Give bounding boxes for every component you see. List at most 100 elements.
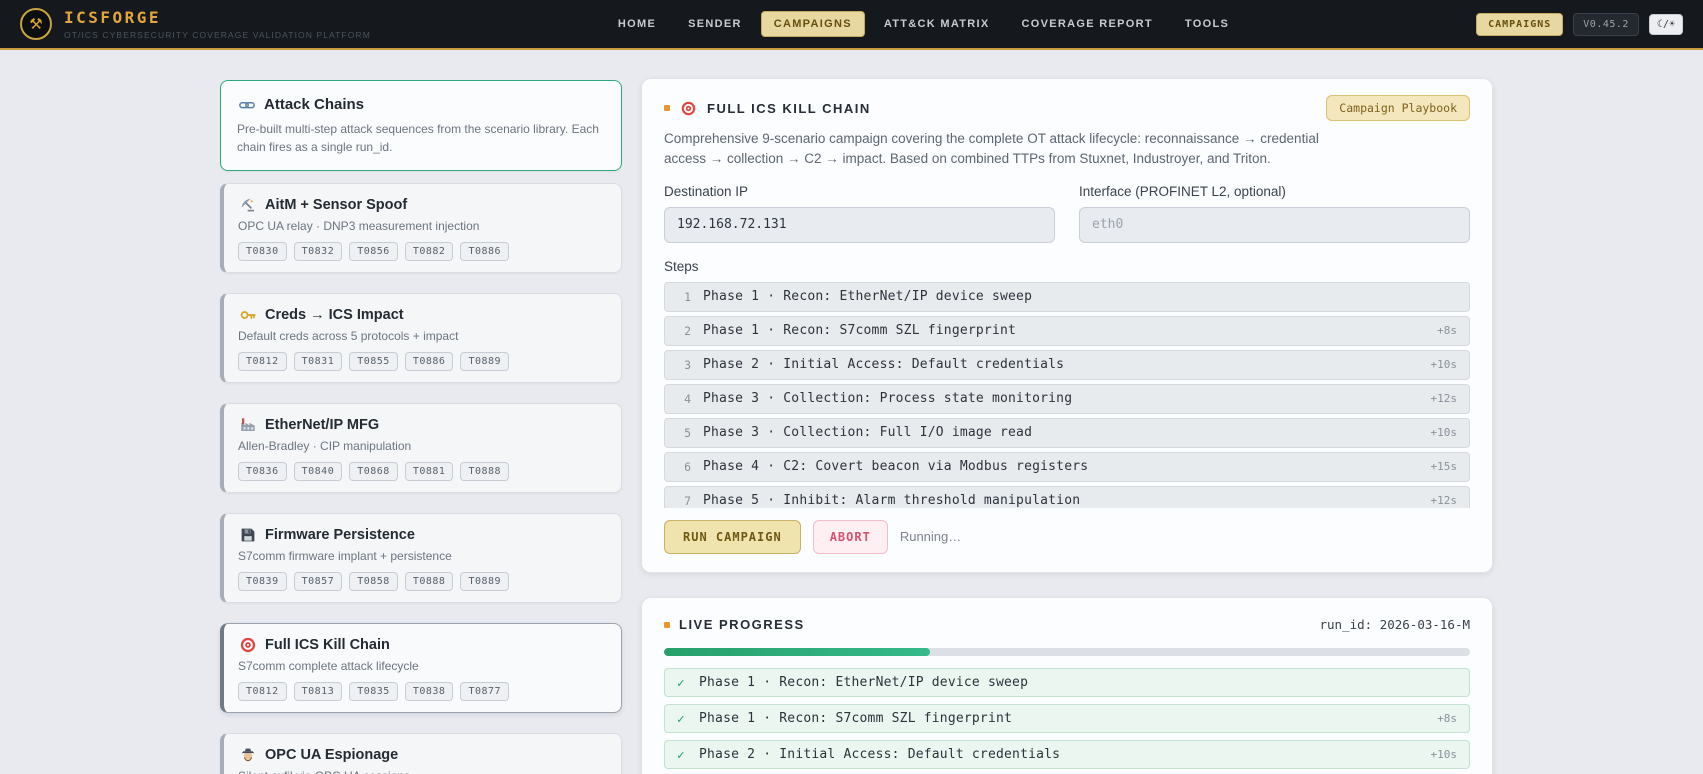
chain-card[interactable]: AitM + Sensor Spoof OPC UA relay · DNP3 … bbox=[220, 183, 622, 273]
chain-card[interactable]: EtherNet/IP MFG Allen-Bradley · CIP mani… bbox=[220, 403, 622, 493]
steps-list[interactable]: 1 Phase 1 · Recon: EtherNet/IP device sw… bbox=[664, 281, 1470, 508]
orange-bullet-icon bbox=[664, 621, 670, 628]
technique-tag: T0886 bbox=[404, 352, 454, 371]
chain-subtitle: Silent exfil via OPC UA sessions bbox=[238, 769, 605, 774]
attack-chains-title: Attack Chains bbox=[264, 96, 365, 113]
chain-card[interactable]: Firmware Persistence S7comm firmware imp… bbox=[220, 513, 622, 603]
step-delay: +15s bbox=[1430, 460, 1458, 473]
chain-subtitle: OPC UA relay · DNP3 measurement injectio… bbox=[238, 219, 480, 233]
chain-card[interactable]: Creds → ICS Impact Default creds across … bbox=[220, 293, 622, 383]
step-delay: +10s bbox=[1430, 426, 1458, 439]
technique-tag: T0888 bbox=[460, 462, 510, 481]
technique-tag: T0889 bbox=[460, 352, 510, 371]
page-badge: CAMPAIGNS bbox=[1476, 12, 1564, 36]
chain-tags: T0830 T0832 T0856 T0882 T0886 bbox=[238, 242, 605, 261]
run-campaign-button[interactable]: RUN CAMPAIGN bbox=[664, 519, 801, 554]
step-label: Phase 4 · C2: Covert beacon via Modbus r… bbox=[703, 459, 1089, 474]
destination-ip-input[interactable] bbox=[664, 206, 1055, 243]
chain-subtitle: S7comm complete attack lifecycle bbox=[238, 659, 419, 673]
step-label: Phase 2 · Initial Access: Default creden… bbox=[703, 357, 1065, 372]
main-nav: HOME SENDER CAMPAIGNS ATT&CK MATRIX COVE… bbox=[371, 11, 1476, 37]
nav-item[interactable]: CAMPAIGNS bbox=[760, 11, 865, 37]
technique-tag: T0839 bbox=[238, 572, 287, 591]
nav-item[interactable]: TOOLS bbox=[1172, 11, 1242, 37]
step-number: 5 bbox=[684, 425, 691, 440]
icsforge-app: ⚒ ICSFORGE OT/ICS CYBERSECURITY COVERAGE… bbox=[0, 0, 1703, 774]
step-label: Phase 1 · Recon: S7comm SZL fingerprint bbox=[703, 323, 1017, 338]
technique-tag: T0856 bbox=[349, 242, 398, 261]
live-progress-header: LIVE PROGRESS run_id: 2026-03-16-M bbox=[664, 614, 1470, 636]
step-row: 3 Phase 2 · Initial Access: Default cred… bbox=[664, 349, 1470, 380]
attack-chains-description: Pre-built multi-step attack sequences fr… bbox=[237, 122, 599, 154]
chain-subtitle: S7comm firmware implant + persistence bbox=[238, 549, 452, 563]
chain-subtitle: Allen-Bradley · CIP manipulation bbox=[238, 439, 412, 453]
playbook-header: FULL ICS KILL CHAIN Campaign Playbook bbox=[664, 95, 1470, 121]
technique-tag: T0882 bbox=[404, 242, 454, 261]
step-row: 6 Phase 4 · C2: Covert beacon via Modbus… bbox=[664, 451, 1470, 482]
chain-tags: T0812 T0813 T0835 T0838 T0877 bbox=[238, 682, 605, 701]
hammer-icon: ⚒ bbox=[29, 16, 43, 33]
detective-icon bbox=[238, 745, 257, 764]
chain-card[interactable]: OPC UA Espionage Silent exfil via OPC UA… bbox=[220, 733, 622, 774]
factory-icon bbox=[238, 415, 257, 434]
nav-item[interactable]: ATT&CK MATRIX bbox=[871, 11, 1003, 37]
live-progress-panel: LIVE PROGRESS run_id: 2026-03-16-M ✓ Pha… bbox=[641, 596, 1493, 774]
progress-list: ✓ Phase 1 · Recon: EtherNet/IP device sw… bbox=[664, 667, 1470, 774]
run-status-text: Running… bbox=[899, 529, 962, 544]
dish-icon bbox=[238, 195, 257, 214]
theme-toggle[interactable]: ☾/☀ bbox=[1648, 13, 1683, 35]
attack-chains-sidebar: Attack Chains Pre-built multi-step attac… bbox=[220, 80, 622, 774]
technique-tag: T0881 bbox=[404, 462, 454, 481]
technique-tag: T0838 bbox=[404, 682, 454, 701]
playbook-title: FULL ICS KILL CHAIN bbox=[707, 100, 871, 116]
top-navbar: ⚒ ICSFORGE OT/ICS CYBERSECURITY COVERAGE… bbox=[0, 0, 1703, 50]
playbook-panel: FULL ICS KILL CHAIN Campaign Playbook Co… bbox=[641, 78, 1493, 573]
target-icon bbox=[679, 99, 698, 118]
chain-card[interactable]: Full ICS Kill Chain S7comm complete atta… bbox=[220, 623, 622, 713]
steps-label: Steps bbox=[664, 258, 699, 274]
step-number: 3 bbox=[684, 357, 691, 372]
step-row: 1 Phase 1 · Recon: EtherNet/IP device sw… bbox=[664, 281, 1470, 312]
technique-tag: T0888 bbox=[404, 572, 454, 591]
technique-tag: T0836 bbox=[238, 462, 287, 481]
step-label: Phase 1 · Recon: EtherNet/IP device swee… bbox=[703, 289, 1033, 304]
navbar-badges: CAMPAIGNS V0.45.2 ☾/☀ bbox=[1476, 12, 1683, 36]
check-icon: ✓ bbox=[677, 710, 685, 726]
technique-tag: T0813 bbox=[293, 682, 343, 701]
step-number: 7 bbox=[684, 493, 691, 508]
progress-delay: +10s bbox=[1430, 747, 1458, 761]
brand: ⚒ ICSFORGE OT/ICS CYBERSECURITY COVERAGE… bbox=[20, 8, 371, 40]
interface-input[interactable] bbox=[1079, 206, 1470, 243]
attack-chains-header-card: Attack Chains Pre-built multi-step attac… bbox=[220, 80, 622, 171]
step-row: 4 Phase 3 · Collection: Process state mo… bbox=[664, 383, 1470, 414]
nav-item[interactable]: SENDER bbox=[675, 11, 755, 37]
nav-item[interactable]: COVERAGE REPORT bbox=[1009, 11, 1166, 37]
chain-list: AitM + Sensor Spoof OPC UA relay · DNP3 … bbox=[220, 183, 622, 774]
orange-bullet-icon bbox=[664, 105, 670, 111]
key-icon bbox=[238, 305, 257, 324]
step-delay: +12s bbox=[1430, 494, 1458, 507]
playbook-footer: RUN CAMPAIGN ABORT Running… bbox=[664, 519, 1470, 554]
version-badge: V0.45.2 bbox=[1573, 12, 1639, 36]
chain-title: OPC UA Espionage bbox=[265, 746, 399, 763]
abort-button[interactable]: ABORT bbox=[812, 519, 888, 554]
brand-text: ICSFORGE OT/ICS CYBERSECURITY COVERAGE V… bbox=[64, 8, 371, 40]
check-icon: ✓ bbox=[677, 746, 685, 762]
interface-label: Interface (PROFINET L2, optional) bbox=[1079, 183, 1286, 199]
technique-tag: T0857 bbox=[293, 572, 343, 591]
technique-tag: T0840 bbox=[293, 462, 343, 481]
campaign-playbook-badge: Campaign Playbook bbox=[1326, 95, 1470, 121]
technique-tag: T0858 bbox=[349, 572, 398, 591]
icsforge-logo: ⚒ bbox=[20, 8, 52, 40]
step-delay: +10s bbox=[1430, 358, 1458, 371]
step-delay: +12s bbox=[1430, 392, 1458, 405]
progress-row: ✓ Phase 1 · Recon: EtherNet/IP device sw… bbox=[664, 667, 1470, 697]
step-label: Phase 3 · Collection: Process state moni… bbox=[703, 391, 1073, 406]
brand-title: ICSFORGE bbox=[64, 8, 162, 27]
run-id-text: run_id: 2026-03-16-M bbox=[1319, 617, 1470, 632]
interface-field-group: Interface (PROFINET L2, optional) bbox=[1079, 184, 1470, 243]
step-row: 7 Phase 5 · Inhibit: Alarm threshold man… bbox=[664, 485, 1470, 508]
playbook-description: Comprehensive 9-scenario campaign coveri… bbox=[664, 131, 1319, 167]
campaign-content: FULL ICS KILL CHAIN Campaign Playbook Co… bbox=[641, 78, 1493, 774]
nav-item[interactable]: HOME bbox=[605, 11, 669, 37]
